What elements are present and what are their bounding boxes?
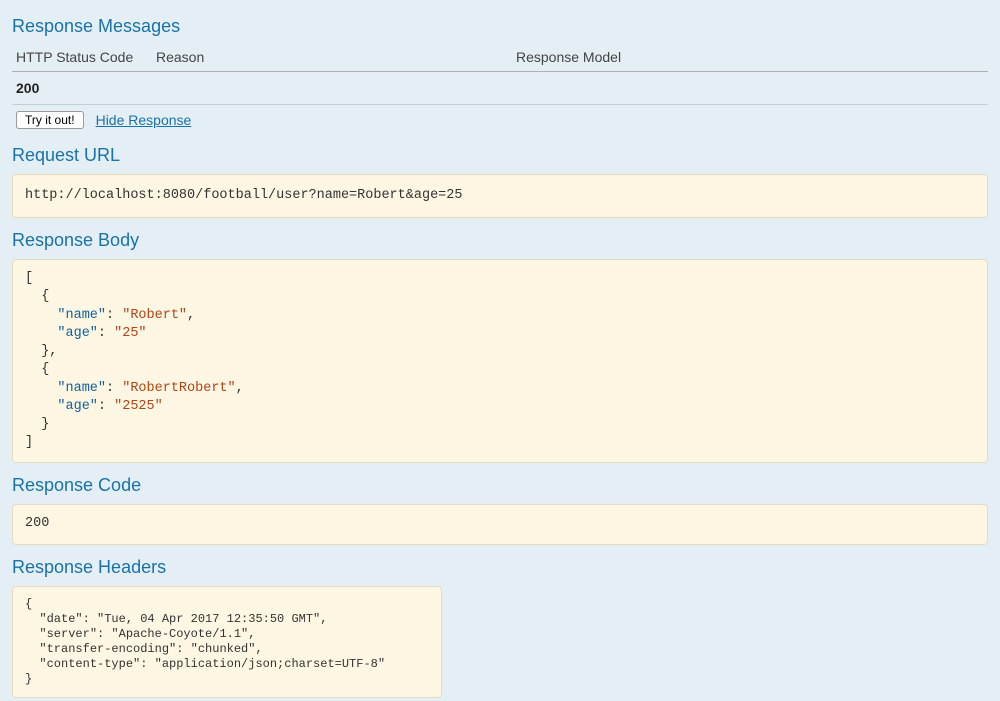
response-code-box: 200 <box>12 504 988 544</box>
section-title-response-messages: Response Messages <box>12 16 988 37</box>
section-title-response-body: Response Body <box>12 230 988 251</box>
request-url-box: http://localhost:8080/football/user?name… <box>12 174 988 218</box>
response-body-box: [ { "name": "Robert", "age": "25" }, { "… <box>12 259 988 463</box>
actions-bar: Try it out! Hide Response <box>12 105 988 139</box>
col-header-reason: Reason <box>156 49 516 65</box>
col-header-model: Response Model <box>516 49 988 65</box>
response-messages-header-row: HTTP Status Code Reason Response Model <box>12 45 988 72</box>
response-headers-box: { "date": "Tue, 04 Apr 2017 12:35:50 GMT… <box>12 586 442 698</box>
response-message-row: 200 <box>12 72 988 105</box>
hide-response-link[interactable]: Hide Response <box>96 112 192 128</box>
section-title-request-url: Request URL <box>12 145 988 166</box>
try-it-out-button[interactable]: Try it out! <box>16 111 84 129</box>
col-header-status: HTTP Status Code <box>16 49 156 65</box>
section-title-response-headers: Response Headers <box>12 557 988 578</box>
section-title-response-code: Response Code <box>12 475 988 496</box>
